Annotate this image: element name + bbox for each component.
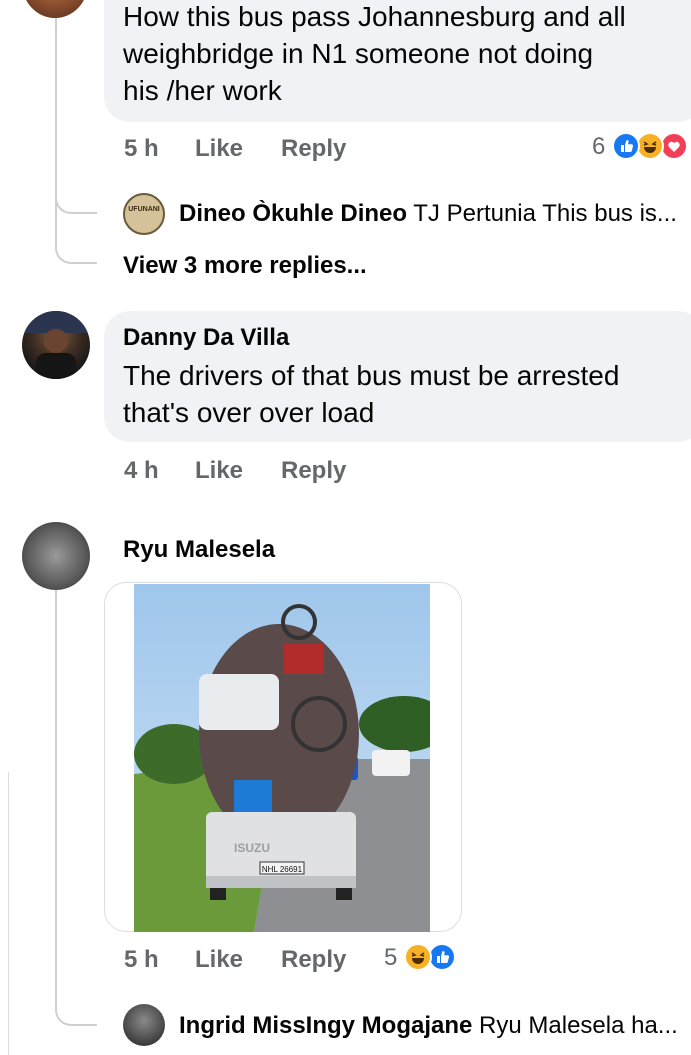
avatar-logo-text: UFUNANI [128,206,160,213]
avatar-photo [22,311,90,379]
reply-snippet: TJ Pertunia This bus is... [413,200,677,227]
comment-time[interactable]: 5 h [124,946,159,974]
reaction-summary[interactable]: 5 [384,942,474,976]
commenter-avatar[interactable] [22,0,88,18]
commenter-avatar[interactable] [22,522,90,590]
reply-snippet: Ryu Malesela ha... [479,1012,678,1039]
comment-author[interactable]: Danny Da Villa [123,324,289,352]
comment-text: The drivers of that bus must be arrested… [123,357,683,431]
reply-preview[interactable]: Ingrid MissIngy Mogajane Ryu Malesela ha… [179,1012,691,1040]
like-button[interactable]: Like [195,946,243,974]
comment-time[interactable]: 4 h [124,457,159,485]
thread-connector [55,176,97,214]
commenter-avatar[interactable] [22,311,90,379]
love-icon [660,132,688,160]
comment-text-line: weighbridge in N1 someone not doing [123,38,594,69]
reply-button[interactable]: Reply [281,946,346,974]
comment-text: How this bus pass Johannesburg and all w… [123,0,683,109]
truck-brand: ISUZU [234,841,270,855]
reply-avatar[interactable]: UFUNANI [123,193,165,235]
thread-line [55,590,57,990]
comment-author[interactable]: Ryu Malesela [123,536,275,564]
reaction-count: 6 [592,133,606,160]
comment-time[interactable]: 5 h [124,135,159,163]
reaction-summary[interactable]: 6 [592,131,691,165]
reply-button[interactable]: Reply [281,457,346,485]
reply-author[interactable]: Ingrid MissIngy Mogajane [179,1012,472,1039]
view-more-replies[interactable]: View 3 more replies... [123,252,367,280]
haha-icon [404,943,432,971]
like-icon [428,943,456,971]
reply-avatar[interactable] [123,1004,165,1046]
comment-text-line: that's over over load [123,397,375,428]
thread-connector [55,990,97,1026]
like-button[interactable]: Like [195,457,243,485]
reply-author[interactable]: Dineo Òkuhle Dineo [179,200,407,227]
edge-divider [8,772,9,1055]
comment-text-line: The drivers of that bus must be arrested [123,360,620,391]
haha-icon [636,132,664,160]
reaction-count: 5 [384,944,398,971]
license-plate: NHL 26691 [262,865,303,874]
comment-text-line: his /her work [123,75,282,106]
reply-preview[interactable]: Dineo Òkuhle Dineo TJ Pertunia This bus … [179,200,691,228]
comment-text-line: How this bus pass Johannesburg and all [123,1,626,32]
like-icon [612,132,640,160]
reply-button[interactable]: Reply [281,135,346,163]
thread-connector [55,210,97,264]
like-button[interactable]: Like [195,135,243,163]
comment-photo[interactable]: NHL 26691 ISUZU [134,584,430,932]
